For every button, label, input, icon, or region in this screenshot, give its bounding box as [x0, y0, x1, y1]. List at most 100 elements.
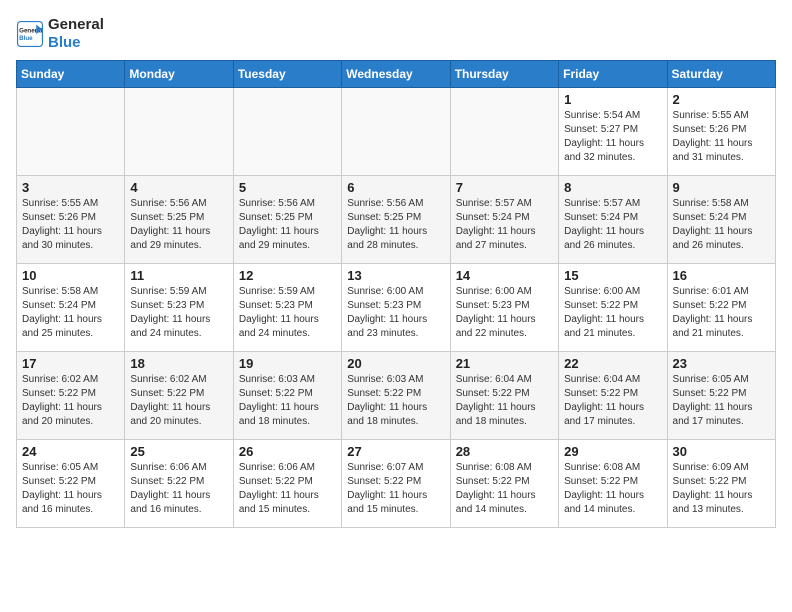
day-number: 5 [239, 180, 336, 195]
calendar-cell: 15 Sunrise: 6:00 AM Sunset: 5:22 PM Dayli… [559, 264, 667, 352]
calendar-cell: 20Sunrise: 6:03 AM Sunset: 5:22 PM Dayli… [342, 352, 450, 440]
day-info: Sunrise: 6:06 AM Sunset: 5:22 PM Dayligh… [130, 461, 227, 517]
calendar-week-3: 10 Sunrise: 5:58 AM Sunset: 5:24 PM Dayli… [17, 264, 776, 352]
calendar-week-1: 1 Sunrise: 5:54 AM Sunset: 5:27 PM Daylig… [17, 88, 776, 176]
page-header: General Blue General Blue [16, 16, 776, 52]
calendar-cell [17, 88, 125, 176]
day-number: 22 [564, 356, 661, 371]
calendar-week-2: 3 Sunrise: 5:55 AM Sunset: 5:26 PM Daylig… [17, 176, 776, 264]
day-number: 15 [564, 268, 661, 283]
day-number: 19 [239, 356, 336, 371]
day-number: 26 [239, 444, 336, 459]
calendar-cell: 26 Sunrise: 6:06 AM Sunset: 5:22 PM Dayli… [233, 440, 341, 528]
day-info: Sunrise: 6:04 AM Sunset: 5:22 PM Dayligh… [456, 373, 553, 429]
calendar-cell: 8 Sunrise: 5:57 AM Sunset: 5:24 PM Daylig… [559, 176, 667, 264]
day-info: Sunrise: 6:03 AM Sunset: 5:22 PM Dayligh… [239, 373, 336, 429]
svg-text:Blue: Blue [19, 35, 33, 42]
calendar-cell: 19 Sunrise: 6:03 AM Sunset: 5:22 PM Dayli… [233, 352, 341, 440]
day-info: Sunrise: 6:05 AM Sunset: 5:22 PM Dayligh… [673, 373, 770, 429]
calendar-cell: 5 Sunrise: 5:56 AM Sunset: 5:25 PM Daylig… [233, 176, 341, 264]
day-info: Sunrise: 5:58 AM Sunset: 5:24 PM Dayligh… [22, 285, 119, 341]
day-info: Sunrise: 5:59 AM Sunset: 5:23 PM Dayligh… [130, 285, 227, 341]
day-number: 12 [239, 268, 336, 283]
weekday-header-saturday: Saturday [667, 61, 775, 88]
day-number: 16 [673, 268, 770, 283]
weekday-header-thursday: Thursday [450, 61, 558, 88]
calendar-cell: 16 Sunrise: 6:01 AM Sunset: 5:22 PM Dayli… [667, 264, 775, 352]
day-info: Sunrise: 6:00 AM Sunset: 5:23 PM Dayligh… [347, 285, 444, 341]
calendar-cell: 14 Sunrise: 6:00 AM Sunset: 5:23 PM Dayli… [450, 264, 558, 352]
logo-text: General Blue [48, 16, 104, 52]
day-info: Sunrise: 6:00 AM Sunset: 5:22 PM Dayligh… [564, 285, 661, 341]
day-number: 30 [673, 444, 770, 459]
weekday-header-row: SundayMondayTuesdayWednesdayThursdayFrid… [17, 61, 776, 88]
day-number: 17 [22, 356, 119, 371]
calendar-cell: 7 Sunrise: 5:57 AM Sunset: 5:24 PM Daylig… [450, 176, 558, 264]
day-info: Sunrise: 5:55 AM Sunset: 5:26 PM Dayligh… [22, 197, 119, 253]
day-number: 14 [456, 268, 553, 283]
calendar-table: SundayMondayTuesdayWednesdayThursdayFrid… [16, 60, 776, 528]
day-info: Sunrise: 6:02 AM Sunset: 5:22 PM Dayligh… [22, 373, 119, 429]
day-number: 7 [456, 180, 553, 195]
day-number: 10 [22, 268, 119, 283]
day-info: Sunrise: 6:04 AM Sunset: 5:22 PM Dayligh… [564, 373, 661, 429]
calendar-cell: 22 Sunrise: 6:04 AM Sunset: 5:22 PM Dayli… [559, 352, 667, 440]
day-number: 11 [130, 268, 227, 283]
day-info: Sunrise: 6:08 AM Sunset: 5:22 PM Dayligh… [456, 461, 553, 517]
calendar-week-4: 17 Sunrise: 6:02 AM Sunset: 5:22 PM Dayli… [17, 352, 776, 440]
calendar-cell [342, 88, 450, 176]
day-number: 3 [22, 180, 119, 195]
calendar-cell: 23 Sunrise: 6:05 AM Sunset: 5:22 PM Dayli… [667, 352, 775, 440]
weekday-header-tuesday: Tuesday [233, 61, 341, 88]
calendar-cell: 6 Sunrise: 5:56 AM Sunset: 5:25 PM Daylig… [342, 176, 450, 264]
calendar-cell [450, 88, 558, 176]
day-info: Sunrise: 6:00 AM Sunset: 5:23 PM Dayligh… [456, 285, 553, 341]
day-number: 2 [673, 92, 770, 107]
calendar-cell: 3 Sunrise: 5:55 AM Sunset: 5:26 PM Daylig… [17, 176, 125, 264]
day-info: Sunrise: 5:56 AM Sunset: 5:25 PM Dayligh… [347, 197, 444, 253]
day-info: Sunrise: 5:57 AM Sunset: 5:24 PM Dayligh… [456, 197, 553, 253]
day-number: 8 [564, 180, 661, 195]
day-number: 20 [347, 356, 444, 371]
logo-icon: General Blue [16, 20, 44, 48]
day-number: 23 [673, 356, 770, 371]
day-number: 24 [22, 444, 119, 459]
day-number: 29 [564, 444, 661, 459]
calendar-week-5: 24 Sunrise: 6:05 AM Sunset: 5:22 PM Dayli… [17, 440, 776, 528]
day-info: Sunrise: 6:01 AM Sunset: 5:22 PM Dayligh… [673, 285, 770, 341]
calendar-cell: 1 Sunrise: 5:54 AM Sunset: 5:27 PM Daylig… [559, 88, 667, 176]
calendar-cell: 17 Sunrise: 6:02 AM Sunset: 5:22 PM Dayli… [17, 352, 125, 440]
day-info: Sunrise: 6:08 AM Sunset: 5:22 PM Dayligh… [564, 461, 661, 517]
day-info: Sunrise: 6:06 AM Sunset: 5:22 PM Dayligh… [239, 461, 336, 517]
logo: General Blue General Blue [16, 16, 104, 52]
day-number: 1 [564, 92, 661, 107]
calendar-cell: 29 Sunrise: 6:08 AM Sunset: 5:22 PM Dayli… [559, 440, 667, 528]
calendar-cell: 12Sunrise: 5:59 AM Sunset: 5:23 PM Dayli… [233, 264, 341, 352]
calendar-cell: 21 Sunrise: 6:04 AM Sunset: 5:22 PM Dayli… [450, 352, 558, 440]
day-number: 27 [347, 444, 444, 459]
calendar-cell: 9Sunrise: 5:58 AM Sunset: 5:24 PM Daylig… [667, 176, 775, 264]
day-info: Sunrise: 5:57 AM Sunset: 5:24 PM Dayligh… [564, 197, 661, 253]
day-info: Sunrise: 6:02 AM Sunset: 5:22 PM Dayligh… [130, 373, 227, 429]
weekday-header-wednesday: Wednesday [342, 61, 450, 88]
calendar-cell: 11 Sunrise: 5:59 AM Sunset: 5:23 PM Dayli… [125, 264, 233, 352]
calendar-cell: 13Sunrise: 6:00 AM Sunset: 5:23 PM Dayli… [342, 264, 450, 352]
weekday-header-monday: Monday [125, 61, 233, 88]
calendar-cell: 28 Sunrise: 6:08 AM Sunset: 5:22 PM Dayli… [450, 440, 558, 528]
day-number: 28 [456, 444, 553, 459]
day-number: 6 [347, 180, 444, 195]
calendar-cell: 25Sunrise: 6:06 AM Sunset: 5:22 PM Dayli… [125, 440, 233, 528]
day-info: Sunrise: 6:09 AM Sunset: 5:22 PM Dayligh… [673, 461, 770, 517]
calendar-cell: 2Sunrise: 5:55 AM Sunset: 5:26 PM Daylig… [667, 88, 775, 176]
calendar-cell: 10 Sunrise: 5:58 AM Sunset: 5:24 PM Dayli… [17, 264, 125, 352]
day-info: Sunrise: 5:56 AM Sunset: 5:25 PM Dayligh… [239, 197, 336, 253]
day-info: Sunrise: 5:56 AM Sunset: 5:25 PM Dayligh… [130, 197, 227, 253]
calendar-cell: 4Sunrise: 5:56 AM Sunset: 5:25 PM Daylig… [125, 176, 233, 264]
calendar-cell [125, 88, 233, 176]
day-info: Sunrise: 5:54 AM Sunset: 5:27 PM Dayligh… [564, 109, 661, 165]
day-number: 21 [456, 356, 553, 371]
calendar-cell: 27Sunrise: 6:07 AM Sunset: 5:22 PM Dayli… [342, 440, 450, 528]
calendar-cell [233, 88, 341, 176]
weekday-header-sunday: Sunday [17, 61, 125, 88]
day-info: Sunrise: 6:05 AM Sunset: 5:22 PM Dayligh… [22, 461, 119, 517]
